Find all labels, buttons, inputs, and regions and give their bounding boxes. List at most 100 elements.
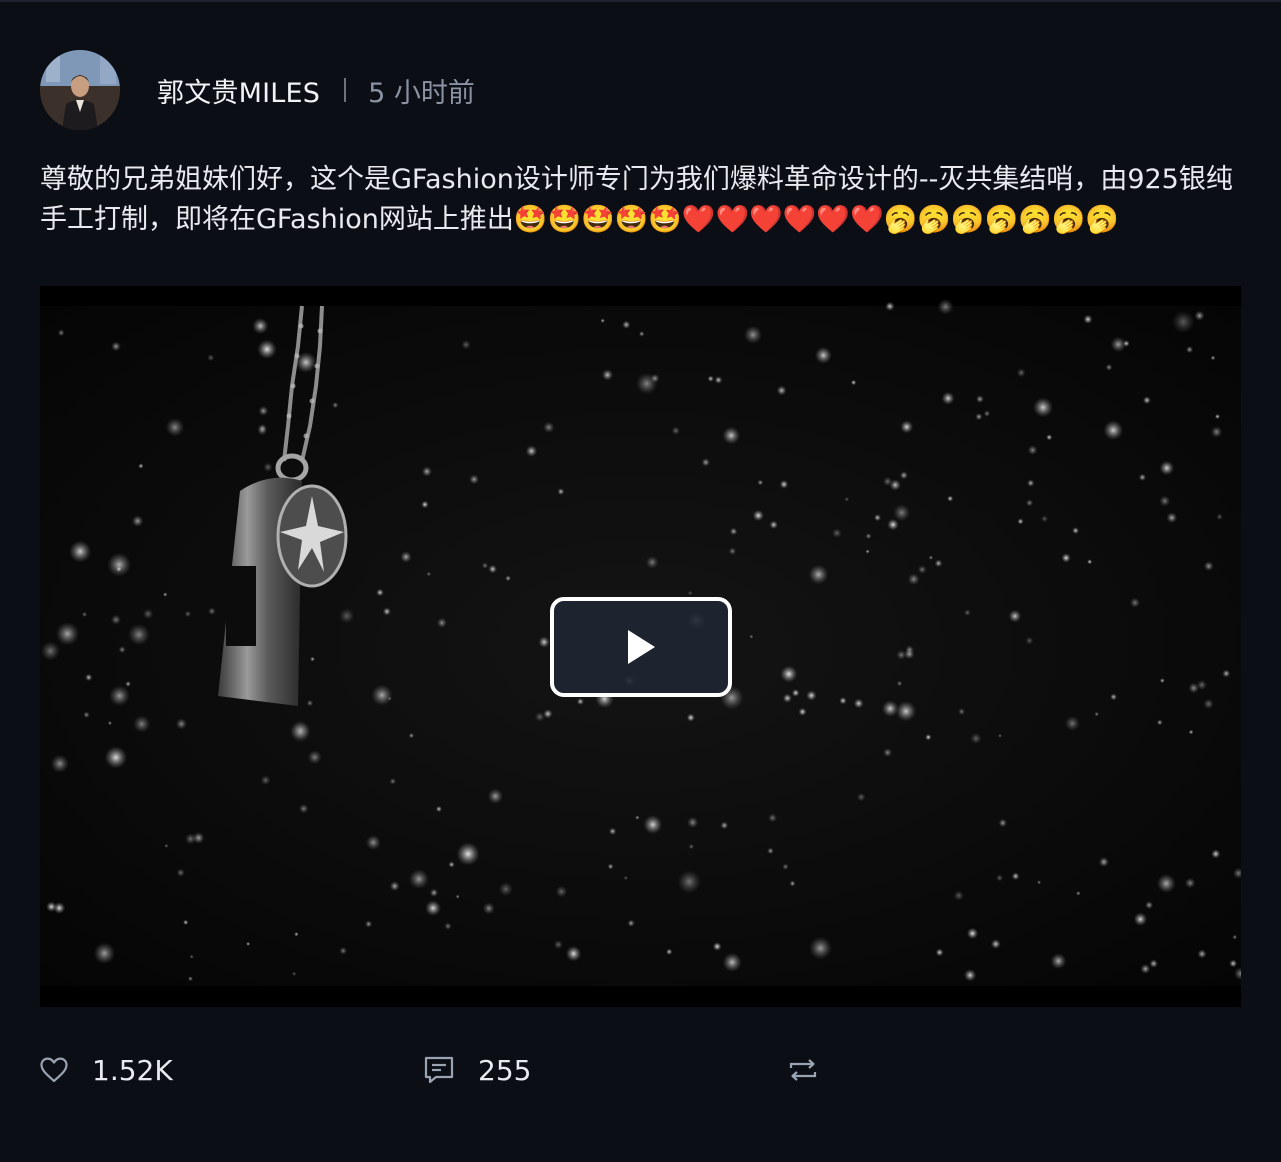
- snow-particle: [184, 610, 192, 618]
- snow-particle: [757, 479, 764, 486]
- snow-particle: [899, 471, 909, 480]
- like-button[interactable]: 1.52K: [40, 1040, 173, 1100]
- snow-particle: [720, 821, 729, 830]
- snow-particle: [997, 733, 1003, 738]
- snow-particle: [1159, 678, 1165, 684]
- snow-particle: [677, 870, 701, 894]
- snow-particle: [289, 722, 311, 743]
- snow-particle: [665, 948, 673, 956]
- snow-particle: [1076, 891, 1081, 896]
- snow-particle: [107, 552, 132, 577]
- snow-particle: [650, 373, 660, 383]
- avatar-photo: [40, 50, 120, 130]
- post-actions: 1.52K 255: [40, 1040, 1240, 1100]
- snow-particle: [1149, 959, 1158, 968]
- comment-count: 255: [478, 1053, 532, 1087]
- snow-particle: [525, 445, 538, 457]
- snow-particle: [339, 608, 355, 624]
- snow-particle: [964, 609, 971, 616]
- snow-particle: [307, 750, 322, 765]
- snow-particle: [768, 813, 777, 823]
- snow-particle: [1210, 355, 1216, 361]
- snow-particle: [966, 927, 979, 940]
- snow-particle: [643, 815, 663, 835]
- snow-particle: [1098, 856, 1109, 868]
- snow-particle: [429, 888, 439, 897]
- snow-particle: [142, 608, 154, 620]
- snow-particle: [885, 301, 895, 311]
- snow-particle: [175, 718, 187, 730]
- snow-particle: [57, 329, 65, 337]
- snow-particle: [165, 417, 185, 437]
- snow-particle: [622, 320, 631, 329]
- snow-particle: [1140, 963, 1151, 974]
- snow-particle: [808, 564, 829, 585]
- snow-particle: [963, 969, 977, 982]
- snow-particle: [543, 709, 553, 719]
- snow-particle: [263, 462, 273, 472]
- snow-particle: [93, 942, 116, 965]
- snow-particle: [257, 339, 277, 359]
- snow-particle: [895, 701, 917, 722]
- snow-particle: [990, 939, 1001, 949]
- snow-particle: [1145, 901, 1154, 910]
- like-count: 1.52K: [92, 1053, 173, 1087]
- snow-particle: [925, 734, 932, 741]
- snow-particle: [1064, 715, 1080, 731]
- snow-particle: [1232, 934, 1238, 940]
- snow-particle: [996, 874, 1004, 882]
- snow-particle: [138, 463, 144, 469]
- snow-particle: [1156, 719, 1163, 726]
- snow-particle: [779, 479, 789, 489]
- snow-particle: [426, 571, 432, 577]
- snow-particle: [714, 376, 723, 384]
- snow-particle: [1229, 959, 1238, 968]
- play-button[interactable]: [550, 597, 732, 697]
- snow-particle: [798, 707, 807, 716]
- snow-particle: [1061, 553, 1071, 563]
- snow-particle: [638, 331, 645, 337]
- snow-particle: [408, 732, 415, 739]
- snow-particle: [435, 805, 443, 813]
- repost-button[interactable]: [788, 1040, 818, 1100]
- snow-particle: [635, 815, 640, 820]
- snow-particle: [118, 646, 126, 654]
- snow-particle: [600, 318, 605, 323]
- snow-particle: [686, 713, 695, 722]
- snow-particle: [608, 827, 617, 836]
- snow-particle: [1214, 413, 1221, 420]
- snow-particle: [1011, 872, 1020, 881]
- snow-particle: [1008, 609, 1022, 623]
- author-name[interactable]: 郭文贵MILES: [157, 71, 320, 110]
- comment-button[interactable]: 255: [424, 1040, 531, 1100]
- snow-particle: [1166, 512, 1178, 524]
- snow-particle: [69, 540, 92, 563]
- snow-particle: [687, 816, 699, 829]
- snow-particle: [505, 575, 511, 582]
- snow-particle: [1027, 479, 1035, 487]
- snow-particle: [365, 835, 381, 850]
- snow-particle: [128, 623, 150, 646]
- snow-particle: [887, 518, 899, 531]
- snow-particle: [856, 792, 866, 802]
- snow-particle: [133, 715, 151, 733]
- repost-icon: [789, 1059, 817, 1081]
- snow-particle: [1210, 426, 1223, 438]
- snow-particle: [258, 405, 269, 416]
- snow-particle: [671, 426, 681, 435]
- snow-particle: [1159, 495, 1171, 507]
- avatar[interactable]: [40, 50, 120, 130]
- snow-particle: [565, 945, 582, 962]
- snow-particle: [1040, 515, 1049, 523]
- video-player[interactable]: [40, 286, 1241, 1007]
- snow-particle: [1188, 729, 1194, 735]
- snow-particle: [806, 690, 817, 701]
- snow-particle: [110, 614, 122, 625]
- snow-particle: [722, 952, 742, 972]
- snow-particle: [107, 721, 112, 726]
- snow-particle: [371, 684, 393, 706]
- snow-particle: [553, 939, 563, 950]
- snow-particle: [776, 385, 787, 396]
- snow-particle: [769, 520, 778, 530]
- snow-particle: [928, 555, 934, 560]
